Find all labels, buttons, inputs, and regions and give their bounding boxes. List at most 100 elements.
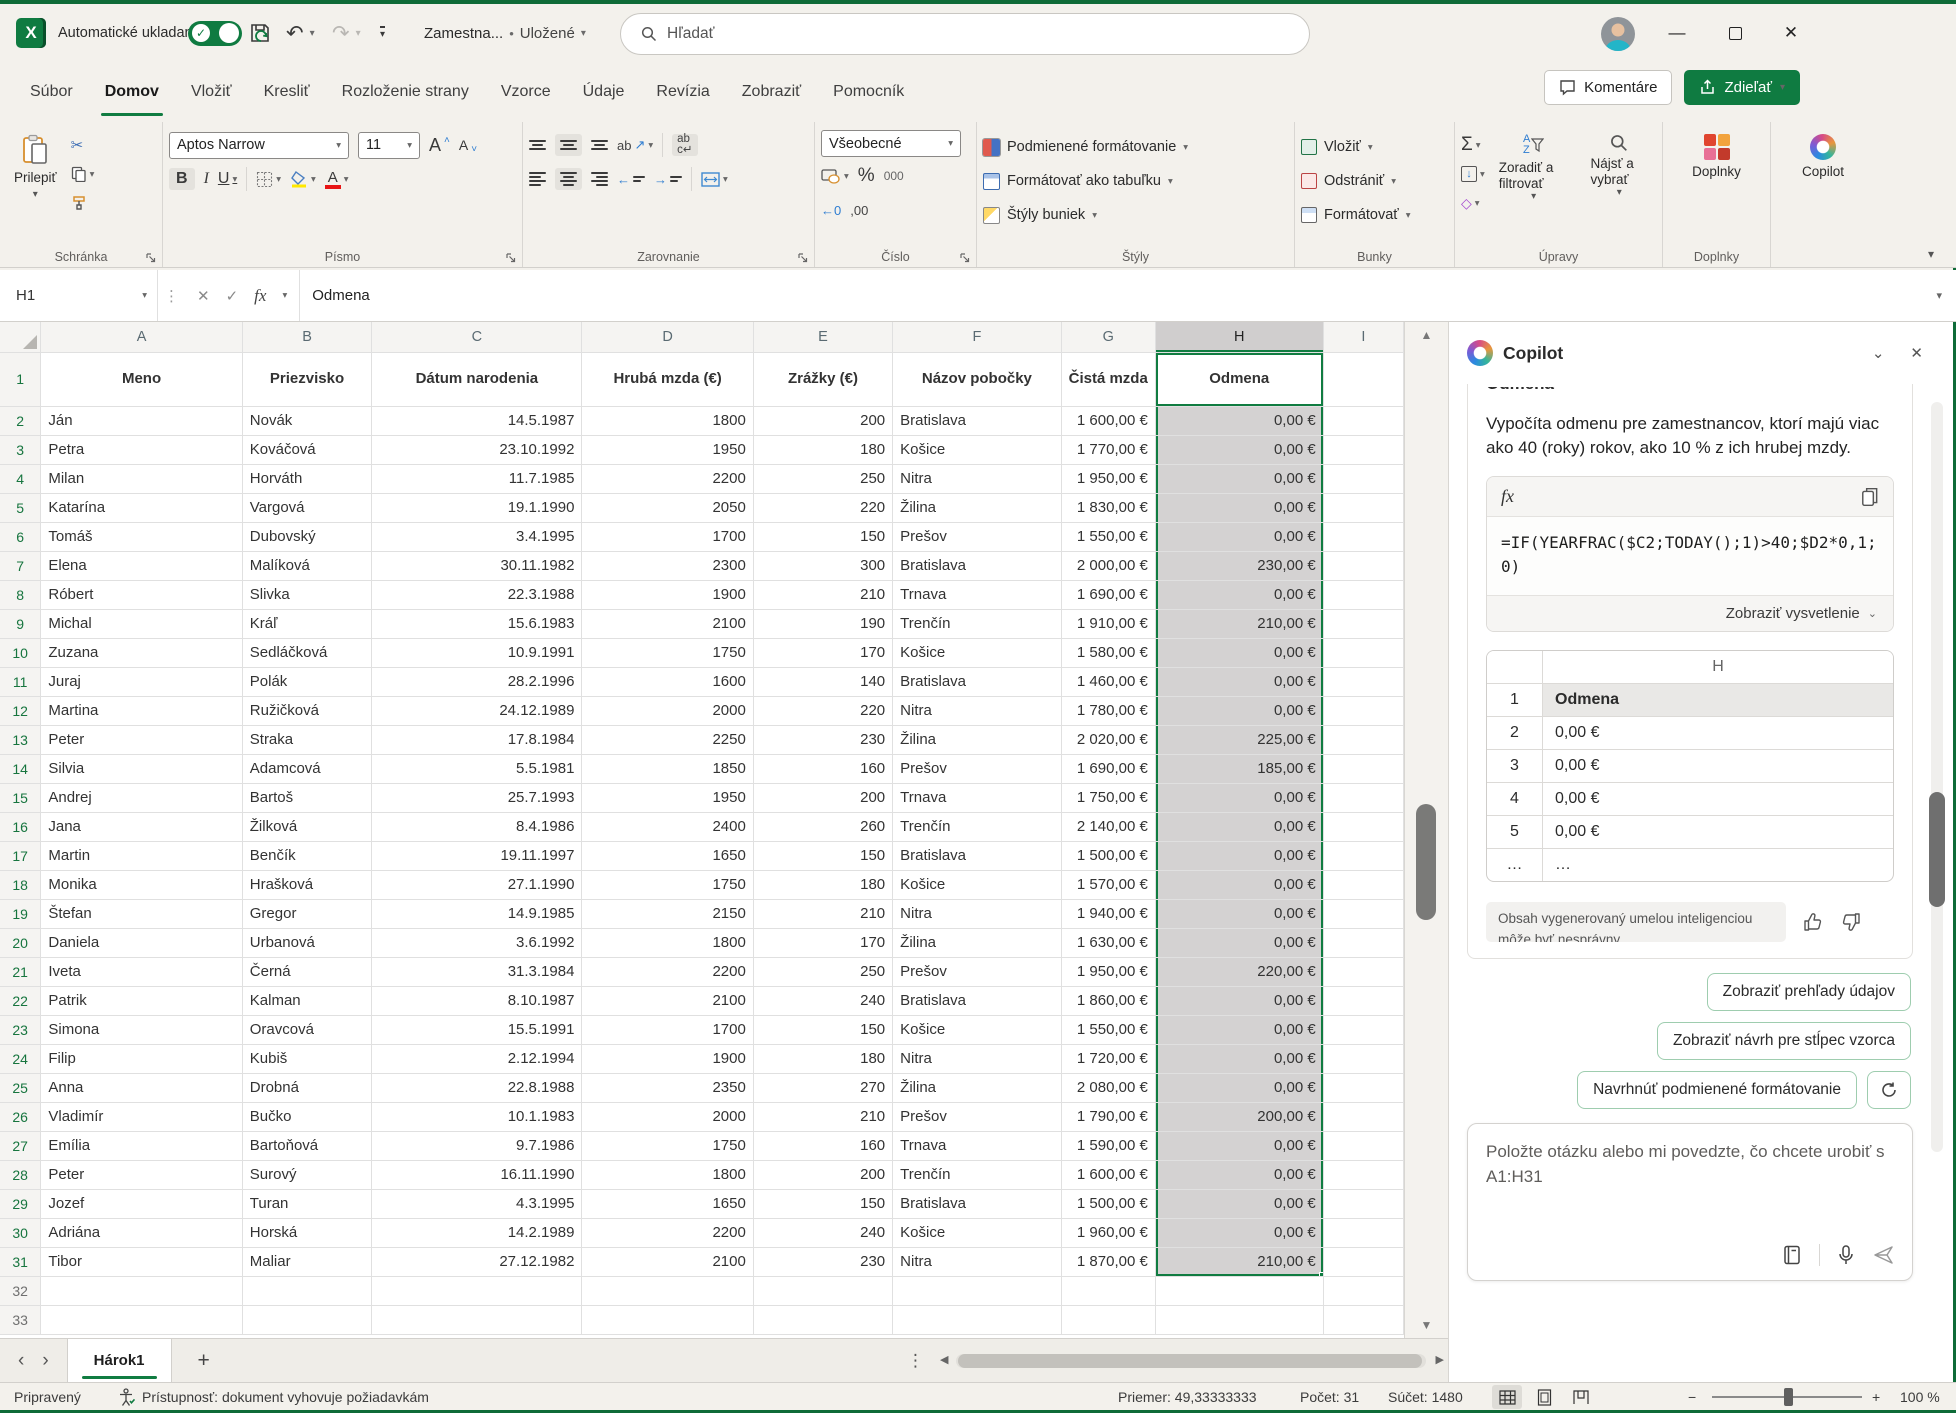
cell-F20[interactable]: Žilina xyxy=(893,928,1061,957)
cell-D15[interactable]: 1950 xyxy=(582,783,753,812)
decrease-indent-button[interactable]: ← xyxy=(617,168,645,190)
row-header-7[interactable]: 7 xyxy=(0,551,41,580)
font-size-select[interactable]: 11▾ xyxy=(358,132,420,159)
cell-E8[interactable]: 210 xyxy=(753,580,892,609)
cell-F24[interactable]: Nitra xyxy=(893,1044,1061,1073)
cell-A31[interactable]: Tibor xyxy=(41,1247,242,1276)
suggestion-chip-1[interactable]: Zobraziť prehľady údajov xyxy=(1707,973,1911,1011)
cell-B11[interactable]: Polák xyxy=(242,667,372,696)
increase-indent-button[interactable]: → xyxy=(654,168,682,190)
cell-C10[interactable]: 10.9.1991 xyxy=(372,638,582,667)
cell-A4[interactable]: Milan xyxy=(41,464,242,493)
underline-button[interactable]: U▾ xyxy=(218,168,237,190)
cell-C31[interactable]: 27.12.1982 xyxy=(372,1247,582,1276)
cell-H18[interactable]: 0,00 € xyxy=(1155,870,1323,899)
col-header-G[interactable]: G xyxy=(1061,322,1155,352)
cell-A8[interactable]: Róbert xyxy=(41,580,242,609)
cell-A15[interactable]: Andrej xyxy=(41,783,242,812)
delete-cells-button[interactable]: Odstrániť▾ xyxy=(1301,166,1448,196)
minimize-button[interactable]: — xyxy=(1654,4,1700,62)
cell-B15[interactable]: Bartoš xyxy=(242,783,372,812)
row-header-22[interactable]: 22 xyxy=(0,986,41,1015)
row-header-14[interactable]: 14 xyxy=(0,754,41,783)
cell-H25[interactable]: 0,00 € xyxy=(1155,1073,1323,1102)
cell-I9[interactable] xyxy=(1323,609,1403,638)
row-header-2[interactable]: 2 xyxy=(0,406,41,435)
cell-B5[interactable]: Vargová xyxy=(242,493,372,522)
cell-A32[interactable] xyxy=(41,1276,242,1305)
cell-E25[interactable]: 270 xyxy=(753,1073,892,1102)
expand-formula-bar-button[interactable]: ▾ xyxy=(1922,270,1956,321)
undo-button[interactable]: ↶▾ xyxy=(286,4,315,62)
cell-D28[interactable]: 1800 xyxy=(582,1160,753,1189)
cell-F32[interactable] xyxy=(893,1276,1061,1305)
insert-function-button[interactable]: fx xyxy=(254,286,266,306)
cell-D27[interactable]: 1750 xyxy=(582,1131,753,1160)
col-header-F[interactable]: F xyxy=(893,322,1061,352)
cell-A25[interactable]: Anna xyxy=(41,1073,242,1102)
comments-button[interactable]: Komentáre xyxy=(1544,70,1672,105)
italic-button[interactable]: I xyxy=(204,168,209,190)
cell-G31[interactable]: 1 870,00 € xyxy=(1061,1247,1155,1276)
cell-G7[interactable]: 2 000,00 € xyxy=(1061,551,1155,580)
row-header-26[interactable]: 26 xyxy=(0,1102,41,1131)
cell-I4[interactable] xyxy=(1323,464,1403,493)
cell-D19[interactable]: 2150 xyxy=(582,899,753,928)
menu-tab-kresli-[interactable]: Kresliť xyxy=(248,75,326,109)
cell-D2[interactable]: 1800 xyxy=(582,406,753,435)
cell-E6[interactable]: 150 xyxy=(753,522,892,551)
cell-C2[interactable]: 14.5.1987 xyxy=(372,406,582,435)
cell-D29[interactable]: 1650 xyxy=(582,1189,753,1218)
cell-D25[interactable]: 2350 xyxy=(582,1073,753,1102)
cell-F10[interactable]: Košice xyxy=(893,638,1061,667)
grid-hscroll-thumb[interactable] xyxy=(958,1354,1422,1368)
row-header-3[interactable]: 3 xyxy=(0,435,41,464)
cell-B7[interactable]: Malíková xyxy=(242,551,372,580)
cell-G30[interactable]: 1 960,00 € xyxy=(1061,1218,1155,1247)
cell-A18[interactable]: Monika xyxy=(41,870,242,899)
menu-tab-rozlo-enie-strany[interactable]: Rozloženie strany xyxy=(326,75,485,109)
page-layout-view-button[interactable] xyxy=(1529,1385,1559,1409)
font-color-button[interactable]: A ▾ xyxy=(325,168,349,190)
cell-G20[interactable]: 1 630,00 € xyxy=(1061,928,1155,957)
row-header-32[interactable]: 32 xyxy=(0,1276,41,1305)
cell-I11[interactable] xyxy=(1323,667,1403,696)
cell-D22[interactable]: 2100 xyxy=(582,986,753,1015)
cell-B24[interactable]: Kubiš xyxy=(242,1044,372,1073)
cell-E17[interactable]: 150 xyxy=(753,841,892,870)
font-dialog-launcher[interactable] xyxy=(505,252,517,264)
cell-B3[interactable]: Kováčová xyxy=(242,435,372,464)
refresh-suggestions-button[interactable] xyxy=(1867,1071,1911,1109)
cell-E13[interactable]: 230 xyxy=(753,725,892,754)
cell-D8[interactable]: 1900 xyxy=(582,580,753,609)
cell-E23[interactable]: 150 xyxy=(753,1015,892,1044)
cell-E10[interactable]: 170 xyxy=(753,638,892,667)
cell-H21[interactable]: 220,00 € xyxy=(1155,957,1323,986)
align-bottom-button[interactable] xyxy=(591,134,608,156)
thumbs-down-button[interactable] xyxy=(1840,911,1862,933)
col-header-E[interactable]: E xyxy=(753,322,892,352)
col-header-C[interactable]: C xyxy=(372,322,582,352)
addins-button[interactable]: Doplnky xyxy=(1684,130,1749,245)
percent-style-button[interactable]: % xyxy=(858,165,875,187)
cell-H32[interactable] xyxy=(1155,1276,1323,1305)
cell-B4[interactable]: Horváth xyxy=(242,464,372,493)
status-count[interactable]: Počet: 31 xyxy=(1300,1383,1359,1411)
cell-E11[interactable]: 140 xyxy=(753,667,892,696)
normal-view-button[interactable] xyxy=(1492,1385,1522,1409)
cell-C7[interactable]: 30.11.1982 xyxy=(372,551,582,580)
collapse-ribbon-button[interactable]: ▾ xyxy=(1928,247,1934,261)
cell-E1[interactable]: Zrážky (€) xyxy=(753,352,892,406)
row-header-28[interactable]: 28 xyxy=(0,1160,41,1189)
cell-I12[interactable] xyxy=(1323,696,1403,725)
cell-B18[interactable]: Hrašková xyxy=(242,870,372,899)
scroll-up-icon[interactable]: ▲ xyxy=(1405,328,1448,342)
cell-B23[interactable]: Oravcová xyxy=(242,1015,372,1044)
cell-A3[interactable]: Petra xyxy=(41,435,242,464)
menu-tab-vzorce[interactable]: Vzorce xyxy=(485,75,567,109)
excel-logo[interactable]: X xyxy=(16,4,46,62)
cell-C20[interactable]: 3.6.1992 xyxy=(372,928,582,957)
cell-C32[interactable] xyxy=(372,1276,582,1305)
cell-D4[interactable]: 2200 xyxy=(582,464,753,493)
cell-D33[interactable] xyxy=(582,1305,753,1334)
